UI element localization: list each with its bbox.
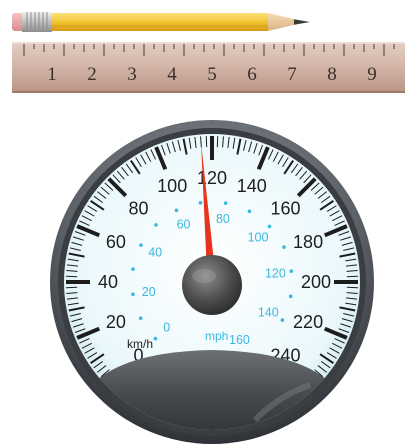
ruler-number: 9 xyxy=(367,64,377,85)
pencil-body xyxy=(52,13,268,31)
mph-label: 140 xyxy=(258,305,279,319)
ruler-number: 3 xyxy=(127,64,137,85)
kmh-label: 20 xyxy=(106,312,126,332)
mph-unit-label: mph xyxy=(205,329,228,343)
mph-dot xyxy=(289,269,294,273)
ruler-numbers: 1 2 3 4 5 6 7 8 9 xyxy=(47,64,377,85)
pencil-illustration xyxy=(12,12,310,32)
mph-dot xyxy=(280,318,285,322)
mph-dot xyxy=(247,209,252,214)
mph-dot xyxy=(174,208,179,213)
mph-dot xyxy=(131,292,135,297)
kmh-label: 140 xyxy=(237,176,267,196)
kmh-label: 200 xyxy=(301,272,331,292)
ruler-number: 1 xyxy=(47,64,57,85)
pencil-lead-tip xyxy=(294,19,310,25)
mph-dot xyxy=(223,201,228,205)
ruler-number: 5 xyxy=(207,64,217,85)
pencil-wood-tip xyxy=(268,13,298,31)
ruler-illustration: 1 2 3 4 5 6 7 8 9 xyxy=(12,42,405,93)
ruler-number: 4 xyxy=(167,64,177,85)
mph-dot xyxy=(139,243,143,247)
kmh-label: 60 xyxy=(106,232,126,252)
mph-label: 40 xyxy=(148,246,162,260)
mph-label: 60 xyxy=(177,218,191,232)
kmh-label: 100 xyxy=(157,176,187,196)
mph-dot xyxy=(138,316,143,320)
ruler-number: 2 xyxy=(87,64,97,85)
mph-label: 120 xyxy=(265,266,286,280)
mph-dot xyxy=(267,224,272,229)
ruler-number: 6 xyxy=(247,64,257,85)
kmh-label: 120 xyxy=(197,168,227,188)
mph-label: 100 xyxy=(248,231,269,245)
ruler-number: 8 xyxy=(327,64,337,85)
mph-dot xyxy=(154,223,158,227)
mph-dot xyxy=(288,294,293,299)
kmh-label: 40 xyxy=(98,272,118,292)
ruler-number: 7 xyxy=(287,64,297,85)
mph-dot xyxy=(198,201,203,205)
needle-hub xyxy=(182,255,242,315)
mph-dot xyxy=(282,245,286,249)
mph-label: 80 xyxy=(216,212,230,226)
kmh-unit-label: km/h xyxy=(127,337,153,351)
mph-label: 160 xyxy=(229,333,250,347)
speedometer: 020406080100 120 140160180200220240 020406… xyxy=(50,120,374,444)
mph-label: 0 xyxy=(163,320,170,334)
mph-dot xyxy=(153,336,158,341)
kmh-label: 180 xyxy=(293,232,323,252)
kmh-label: 160 xyxy=(271,198,301,218)
mph-dot xyxy=(131,267,135,271)
kmh-label: 220 xyxy=(293,312,323,332)
mph-label: 20 xyxy=(142,285,156,299)
kmh-label: 80 xyxy=(128,198,148,218)
scene: 123456789 020406080100 120 140160180200220… xyxy=(12,12,405,444)
